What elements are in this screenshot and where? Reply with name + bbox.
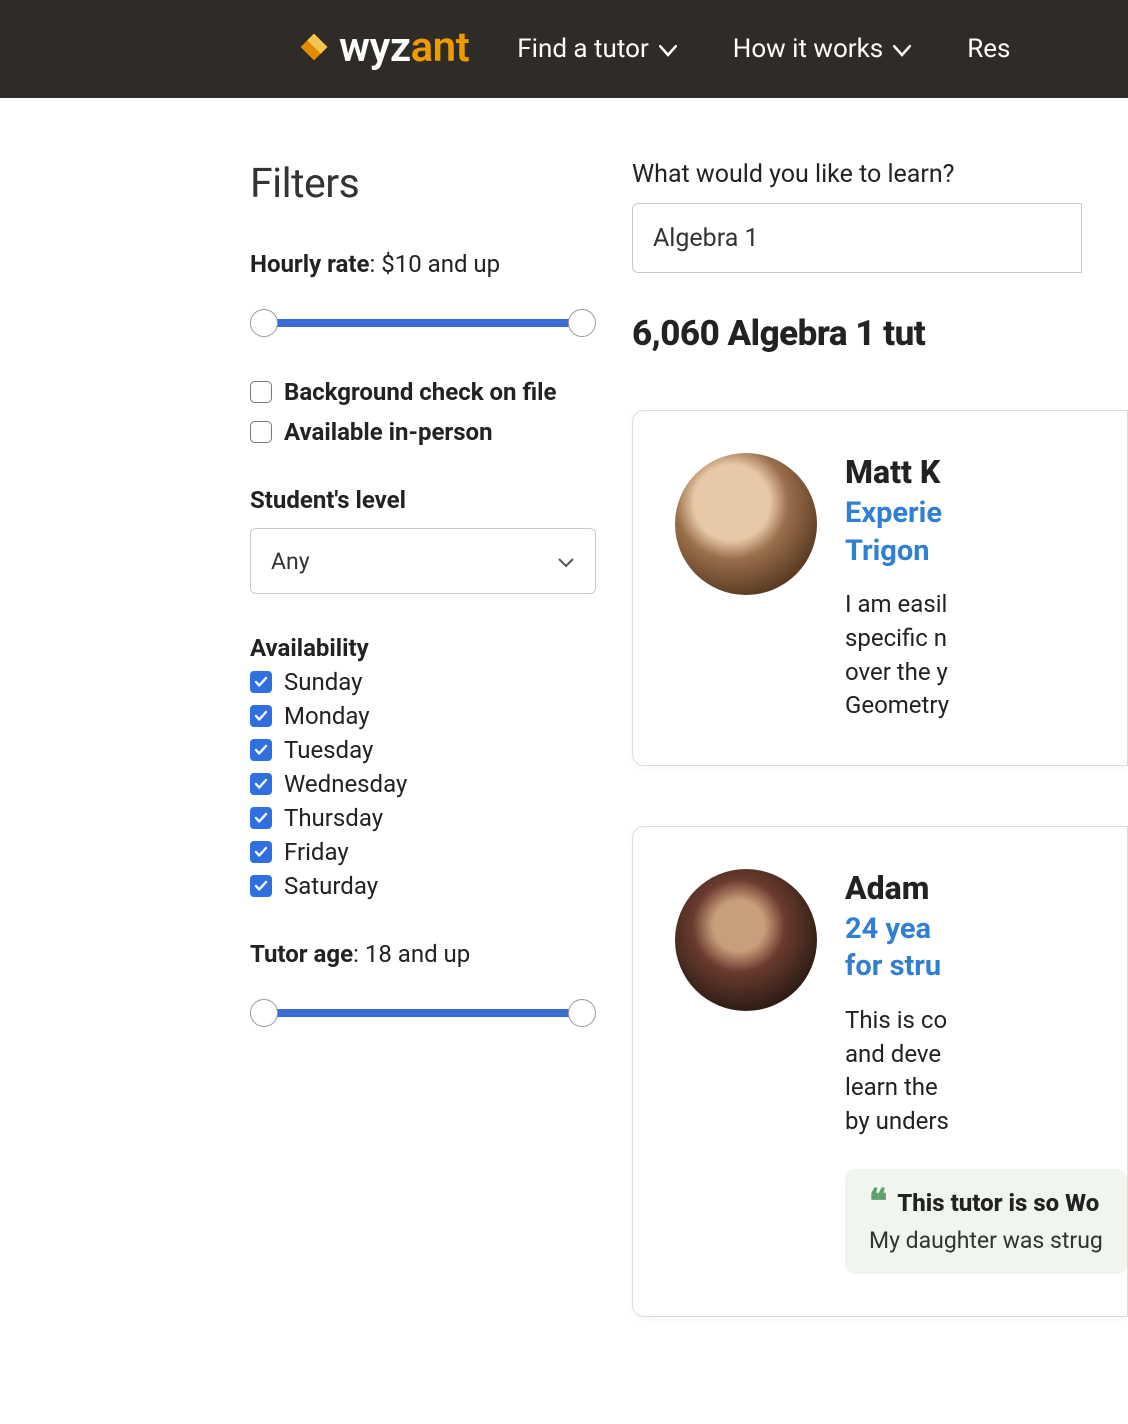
nav-how-it-works[interactable]: How it works	[733, 34, 911, 64]
main-content: Filters Hourly rate: $10 and up Backgrou…	[0, 98, 1128, 1317]
availability-day-label: Wednesday	[284, 770, 407, 798]
search-input-value: Algebra 1	[653, 224, 759, 253]
availability-day-label: Thursday	[284, 804, 383, 832]
availability-day[interactable]: Wednesday	[250, 770, 596, 798]
slider-handle-min[interactable]	[250, 309, 278, 337]
availability-day[interactable]: Thursday	[250, 804, 596, 832]
logo-text: wyzant	[339, 23, 469, 72]
filter-hourly-rate: Hourly rate: $10 and up	[250, 250, 596, 338]
review-box: ❝ This tutor is so Wo My daughter was stru…	[845, 1169, 1127, 1274]
top-nav: Find a tutor How it works Res	[517, 34, 1010, 64]
logo-mark-icon	[295, 28, 333, 70]
main-header: wyzant Find a tutor How it works Res	[0, 0, 1128, 98]
availability-day-label: Sunday	[284, 668, 363, 696]
checkbox-icon[interactable]	[250, 807, 272, 829]
availability-day[interactable]: Sunday	[250, 668, 596, 696]
tutor-card[interactable]: Matt K ExperieTrigon I am easilspecific no…	[632, 410, 1128, 766]
select-value: Any	[271, 548, 310, 575]
checkbox-label: Available in-person	[284, 418, 493, 446]
search-label: What would you like to learn?	[632, 160, 1128, 189]
checkbox-icon[interactable]	[250, 671, 272, 693]
filter-label: Hourly rate: $10 and up	[250, 250, 596, 278]
availability-day[interactable]: Friday	[250, 838, 596, 866]
checkbox-icon[interactable]	[250, 739, 272, 761]
avatar	[675, 869, 817, 1011]
slider-handle-max[interactable]	[568, 999, 596, 1027]
logo[interactable]: wyzant	[295, 25, 469, 74]
slider-track	[264, 1009, 582, 1017]
checkbox-icon[interactable]	[250, 875, 272, 897]
tutor-body: Matt K ExperieTrigon I am easilspecific no…	[845, 453, 949, 723]
review-title: This tutor is so Wo	[897, 1189, 1099, 1217]
hourly-rate-slider[interactable]	[250, 308, 596, 338]
availability-day-label: Tuesday	[284, 736, 373, 764]
tutor-age-slider[interactable]	[250, 998, 596, 1028]
caret-down-icon	[659, 34, 677, 64]
slider-track	[264, 319, 582, 327]
nav-resources[interactable]: Res	[967, 34, 1010, 64]
quote-icon: ❝	[869, 1189, 887, 1216]
checkbox-icon[interactable]	[250, 705, 272, 727]
availability-day-label: Friday	[284, 838, 349, 866]
tutor-tagline[interactable]: 24 yeafor stru	[845, 911, 1127, 986]
tutor-body: Adam 24 yeafor stru This is coand develear…	[845, 869, 1127, 1274]
availability-day[interactable]: Tuesday	[250, 736, 596, 764]
availability-day[interactable]: Saturday	[250, 872, 596, 900]
slider-handle-min[interactable]	[250, 999, 278, 1027]
filter-label: Student's level	[250, 486, 596, 514]
review-text: My daughter was strug	[869, 1227, 1103, 1254]
caret-down-icon	[557, 548, 575, 575]
filters-sidebar: Filters Hourly rate: $10 and up Backgrou…	[250, 160, 632, 1317]
tutor-tagline[interactable]: ExperieTrigon	[845, 495, 949, 570]
nav-item-label: Res	[967, 34, 1010, 64]
availability-list: Sunday Monday Tuesday Wednesday Thursday Frid…	[250, 668, 596, 900]
tutor-name: Matt K	[845, 453, 949, 491]
checkbox-label: Background check on file	[284, 378, 556, 406]
tutor-card[interactable]: Adam 24 yeafor stru This is coand develear…	[632, 826, 1128, 1317]
filter-label: Tutor age: 18 and up	[250, 940, 596, 968]
results-content: What would you like to learn? Algebra 1 …	[632, 160, 1128, 1317]
availability-day-label: Saturday	[284, 872, 378, 900]
checkbox-icon[interactable]	[250, 381, 272, 403]
avatar	[675, 453, 817, 595]
tutor-list: Matt K ExperieTrigon I am easilspecific no…	[632, 410, 1128, 1317]
filter-availability: Availability Sunday Monday Tuesday Wednesda…	[250, 634, 596, 900]
checkbox-icon[interactable]	[250, 841, 272, 863]
nav-item-label: How it works	[733, 34, 883, 64]
filter-checks: Background check on file Available in-pe…	[250, 378, 596, 446]
filter-tutor-age: Tutor age: 18 and up	[250, 940, 596, 1028]
tutor-name: Adam	[845, 869, 1127, 907]
tutor-description: This is coand develearn theby unders	[845, 1004, 1127, 1138]
nav-item-label: Find a tutor	[517, 34, 649, 64]
level-select[interactable]: Any	[250, 528, 596, 594]
tutor-description: I am easilspecific nover the yGeometry	[845, 588, 949, 722]
filter-label: Availability	[250, 634, 596, 662]
filter-level: Student's level Any	[250, 486, 596, 594]
check-background[interactable]: Background check on file	[250, 378, 596, 406]
check-in-person[interactable]: Available in-person	[250, 418, 596, 446]
results-heading: 6,060 Algebra 1 tut	[632, 313, 1128, 354]
availability-day[interactable]: Monday	[250, 702, 596, 730]
availability-day-label: Monday	[284, 702, 370, 730]
checkbox-icon[interactable]	[250, 773, 272, 795]
search-input[interactable]: Algebra 1	[632, 203, 1082, 273]
nav-find-tutor[interactable]: Find a tutor	[517, 34, 677, 64]
filters-heading: Filters	[250, 160, 596, 208]
caret-down-icon	[893, 34, 911, 64]
checkbox-icon[interactable]	[250, 421, 272, 443]
slider-handle-max[interactable]	[568, 309, 596, 337]
